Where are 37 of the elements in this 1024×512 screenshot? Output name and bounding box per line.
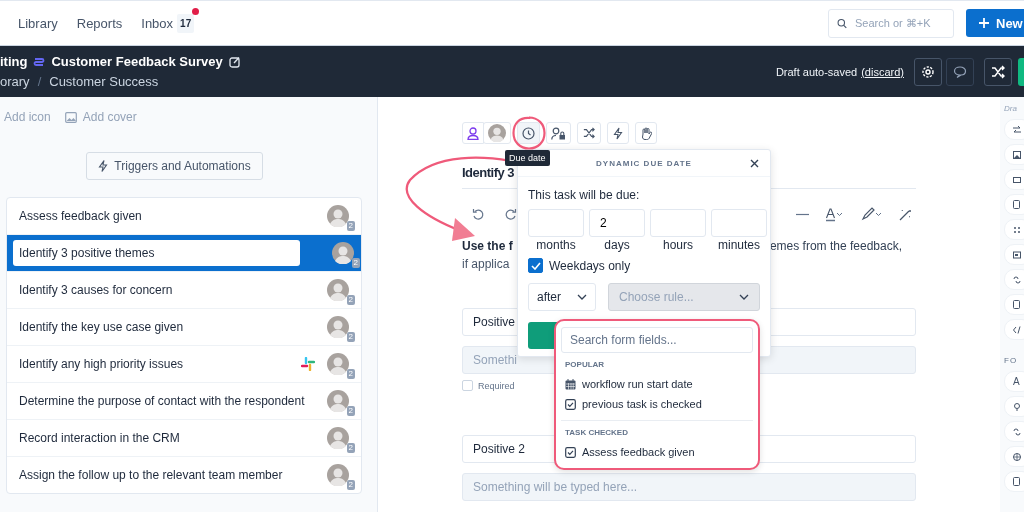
assignee-count: 2 xyxy=(346,221,355,231)
popover-intro: This task will be due: xyxy=(528,188,641,202)
description-text: Use the f xyxy=(462,239,513,253)
draft-status: Draft auto-saved xyxy=(775,65,858,78)
assignee-count: 2 xyxy=(346,295,355,305)
task-title-heading: Identify 3 xyxy=(462,165,515,180)
weekdays-label: Weekdays only xyxy=(549,258,631,273)
assignee-count: 2 xyxy=(346,480,355,490)
task-title: Determine the purpose of contact with the respondent xyxy=(19,394,306,408)
description-text: if applica xyxy=(462,257,510,271)
unit-label: hours xyxy=(663,238,693,252)
task-title: Identify any high priority issues xyxy=(19,357,185,371)
task-title: Assign the follow up to the relevant team member xyxy=(19,468,284,482)
task-title: Identify 3 causes for concern xyxy=(19,283,174,297)
palette-heading: Dra xyxy=(1004,104,1017,115)
task-title: Identify the key use case given xyxy=(19,320,185,334)
assignee-count: 2 xyxy=(351,258,360,268)
breadcrumb-separator: / xyxy=(37,74,42,89)
popover-title: DYNAMIC DUE DATE xyxy=(596,158,692,168)
task-title: Assess feedback given xyxy=(19,209,143,223)
assignee-count: 2 xyxy=(346,406,355,416)
assignee-count: 2 xyxy=(346,369,355,379)
unit-label: minutes xyxy=(718,238,760,252)
tooltip: Due date xyxy=(505,150,550,166)
required-label: Required xyxy=(478,380,515,391)
mode-label: iting xyxy=(0,54,28,69)
assignee-count: 2 xyxy=(346,332,355,342)
task-title: Identify 3 positive themes xyxy=(13,240,300,266)
unit-label: months xyxy=(536,238,576,252)
assignee-count: 2 xyxy=(346,443,355,453)
unit-label: days xyxy=(604,238,630,252)
palette-section-heading: FO xyxy=(1004,356,1018,367)
menu-section-heading: POPULAR xyxy=(565,360,606,369)
description-text: emes from the feedback, xyxy=(769,239,902,253)
workflow-title: Customer Feedback Survey xyxy=(51,54,223,69)
task-title: Record interaction in the CRM xyxy=(19,431,181,445)
menu-section-heading: TASK CHECKED xyxy=(565,428,629,437)
